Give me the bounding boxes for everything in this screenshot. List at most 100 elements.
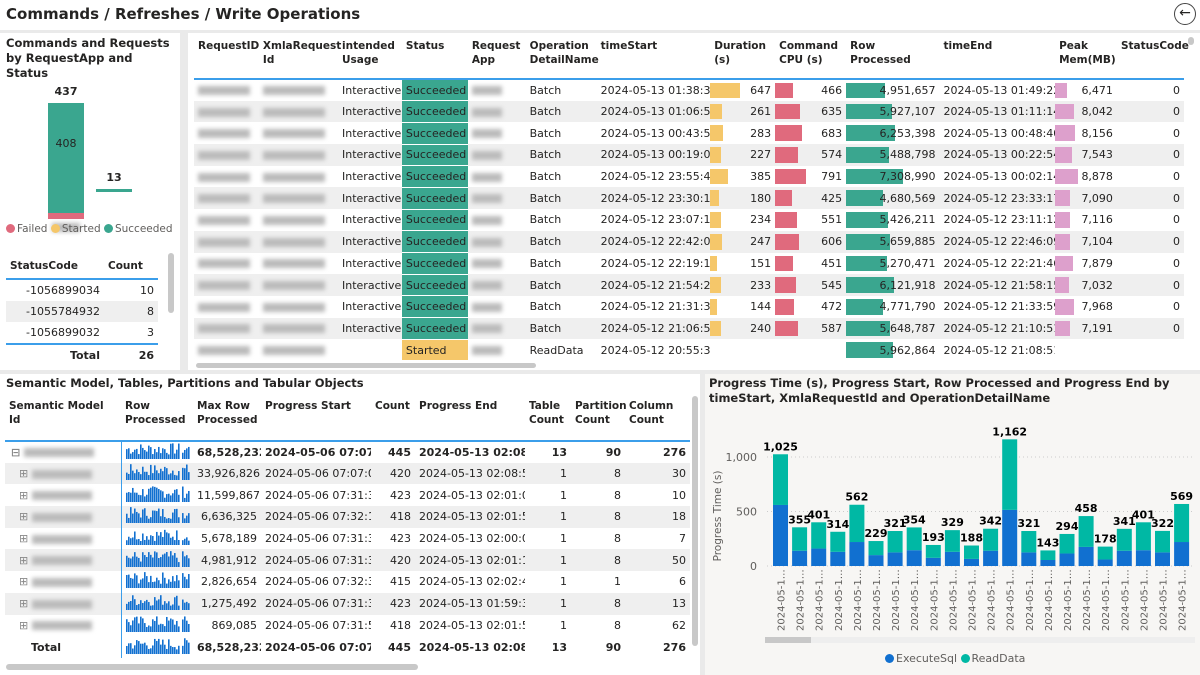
table-row[interactable]: ⊞ 33,926,826 2024-05-06 07:07:05 420 2024-0… bbox=[5, 462, 690, 485]
bar-readdata[interactable] bbox=[830, 531, 846, 552]
bar-succeeded[interactable] bbox=[96, 189, 132, 192]
column-header[interactable]: Row Processed bbox=[846, 37, 939, 79]
table-row[interactable]: Interactive Succeeded Batch 2024-05-13 00:1… bbox=[194, 144, 1184, 167]
table-row[interactable]: Started ReadData 2024-05-12 20:55:36 5,962,… bbox=[194, 339, 1184, 362]
bar-readdata[interactable] bbox=[906, 527, 922, 551]
bar-executesql[interactable] bbox=[1097, 559, 1113, 566]
column-header[interactable]: Command CPU (s) bbox=[775, 37, 846, 79]
bar-executesql[interactable] bbox=[849, 542, 865, 566]
bar-executesql[interactable] bbox=[1021, 552, 1037, 566]
table-row[interactable]: Interactive Succeeded Batch 2024-05-13 00:4… bbox=[194, 122, 1184, 145]
bar-executesql[interactable] bbox=[964, 558, 979, 566]
bar-executesql[interactable] bbox=[830, 551, 846, 566]
model-id-cell-redacted[interactable]: ⊞ bbox=[5, 549, 121, 572]
bar-executesql[interactable] bbox=[887, 552, 903, 566]
column-header[interactable]: Duration (s) bbox=[710, 37, 775, 79]
bar-readdata[interactable] bbox=[887, 531, 903, 553]
column-header[interactable]: timeStart bbox=[597, 37, 711, 79]
bar-executesql[interactable] bbox=[1002, 509, 1018, 566]
model-id-cell-redacted[interactable]: ⊟ bbox=[5, 441, 121, 463]
bar-executesql[interactable] bbox=[1059, 553, 1075, 566]
table-row[interactable]: ⊞ 869,085 2024-05-06 07:31:51 418 2024-05-1… bbox=[5, 614, 690, 637]
column-header[interactable]: Progress Start bbox=[261, 397, 371, 441]
table-row[interactable]: ⊞ 6,636,325 2024-05-06 07:32:11 418 2024-05… bbox=[5, 506, 690, 528]
table-row[interactable]: Interactive Succeeded Batch 2024-05-12 21:5… bbox=[194, 274, 1184, 297]
bar-readdata[interactable] bbox=[773, 454, 788, 505]
bar-readdata[interactable] bbox=[1097, 546, 1113, 560]
table-row[interactable]: -1056899034 10 bbox=[6, 279, 158, 301]
table-row[interactable]: ⊟ 68,528,232 2024-05-06 07:07:05 445 2024-0… bbox=[5, 441, 690, 463]
expand-icon[interactable]: ⊞ bbox=[19, 532, 28, 545]
bar-readdata[interactable] bbox=[1040, 550, 1056, 561]
bar-readdata[interactable] bbox=[1135, 522, 1151, 551]
table-row[interactable]: Interactive Succeeded Batch 2024-05-12 22:1… bbox=[194, 252, 1184, 275]
column-header[interactable]: XmlaRequest Id bbox=[259, 37, 341, 79]
table-row[interactable]: Interactive Succeeded Batch 2024-05-12 21:0… bbox=[194, 317, 1184, 340]
col-count[interactable]: Count bbox=[104, 253, 158, 279]
vertical-scrollbar[interactable] bbox=[692, 396, 698, 646]
chart-scrollbar-thumb[interactable] bbox=[765, 637, 811, 643]
bar-readdata[interactable] bbox=[944, 530, 960, 552]
bar-executesql[interactable] bbox=[1040, 560, 1056, 566]
vertical-scrollbar[interactable] bbox=[1188, 37, 1194, 45]
bar-readdata[interactable] bbox=[1116, 528, 1132, 551]
expand-icon[interactable]: ⊞ bbox=[19, 575, 28, 588]
table-row[interactable]: -1056899032 3 bbox=[6, 322, 158, 344]
chart-scrollbar-track[interactable] bbox=[765, 637, 1195, 643]
horizontal-scrollbar[interactable] bbox=[6, 664, 418, 670]
column-header[interactable]: StatusCode bbox=[1117, 37, 1189, 79]
bar-executesql[interactable] bbox=[906, 550, 922, 566]
bar-readdata[interactable] bbox=[1078, 516, 1094, 547]
bar-failed[interactable] bbox=[48, 213, 84, 219]
collapse-icon[interactable]: ⊟ bbox=[11, 446, 20, 459]
bar-executesql[interactable] bbox=[868, 555, 884, 566]
bar-executesql[interactable] bbox=[944, 551, 960, 566]
model-id-cell-redacted[interactable]: ⊞ bbox=[5, 506, 121, 528]
column-header[interactable]: Count bbox=[371, 397, 415, 441]
table-row[interactable]: Interactive Succeeded Batch 2024-05-12 23:3… bbox=[194, 187, 1184, 210]
bar-readdata[interactable] bbox=[868, 541, 884, 556]
table-row[interactable]: ⊞ 1,275,492 2024-05-06 07:31:33 423 2024-05… bbox=[5, 592, 690, 615]
column-header[interactable]: Partition Count bbox=[571, 397, 627, 441]
model-id-cell-redacted[interactable]: ⊞ bbox=[5, 484, 121, 506]
bar-executesql[interactable] bbox=[1135, 550, 1151, 566]
bar-executesql[interactable] bbox=[1174, 542, 1190, 566]
column-header[interactable]: Status bbox=[402, 37, 468, 79]
column-header[interactable]: timeEnd bbox=[939, 37, 1055, 79]
bar-readdata[interactable] bbox=[983, 528, 999, 551]
bar-readdata[interactable] bbox=[1059, 533, 1075, 554]
table-row[interactable]: ⊞ 5,678,189 2024-05-06 07:31:36 423 2024-05… bbox=[5, 527, 690, 550]
bar-executesql[interactable] bbox=[925, 557, 941, 566]
bar-succeeded[interactable]: 408 bbox=[48, 103, 84, 213]
expand-icon[interactable]: ⊞ bbox=[19, 489, 28, 502]
model-id-cell-redacted[interactable]: ⊞ bbox=[5, 528, 121, 550]
expand-icon[interactable]: ⊞ bbox=[19, 554, 28, 567]
column-header[interactable]: Column Count bbox=[625, 397, 690, 441]
expand-icon[interactable]: ⊞ bbox=[19, 619, 28, 632]
bar-executesql[interactable] bbox=[1155, 552, 1170, 566]
bar-readdata[interactable] bbox=[925, 544, 941, 558]
expand-icon[interactable]: ⊞ bbox=[19, 510, 28, 523]
table-row[interactable]: ⊞ 2,826,654 2024-05-06 07:32:36 415 2024-05… bbox=[5, 571, 690, 593]
bar-executesql[interactable] bbox=[773, 504, 788, 566]
column-header[interactable]: Table Count bbox=[525, 397, 571, 441]
bar-executesql[interactable] bbox=[983, 550, 999, 566]
back-arrow-icon[interactable]: ← bbox=[1174, 3, 1196, 25]
bar-readdata[interactable] bbox=[1174, 503, 1190, 543]
bar-readdata[interactable] bbox=[964, 545, 979, 559]
expand-icon[interactable]: ⊞ bbox=[19, 597, 28, 610]
bar-executesql[interactable] bbox=[811, 548, 827, 566]
column-header[interactable]: Max Row Processed bbox=[193, 397, 261, 441]
bar-executesql[interactable] bbox=[1078, 546, 1094, 566]
column-header[interactable]: Progress End bbox=[415, 397, 525, 441]
table-row[interactable]: -1055784932 8 bbox=[6, 300, 158, 323]
bar-readdata[interactable] bbox=[1155, 530, 1170, 553]
bar-executesql[interactable] bbox=[792, 550, 808, 566]
table-row[interactable]: ⊞ 11,599,867 2024-05-06 07:31:34 423 2024-0… bbox=[5, 484, 690, 507]
bar-readdata[interactable] bbox=[811, 522, 827, 549]
table-row[interactable]: Interactive Succeeded Batch 2024-05-13 01:0… bbox=[194, 100, 1184, 123]
horizontal-scrollbar[interactable] bbox=[196, 363, 536, 368]
table-row[interactable]: Interactive Succeeded Batch 2024-05-12 23:5… bbox=[194, 165, 1184, 188]
model-id-cell-redacted[interactable]: ⊞ bbox=[5, 592, 121, 615]
column-header[interactable]: Semantic Model Id bbox=[5, 397, 121, 441]
